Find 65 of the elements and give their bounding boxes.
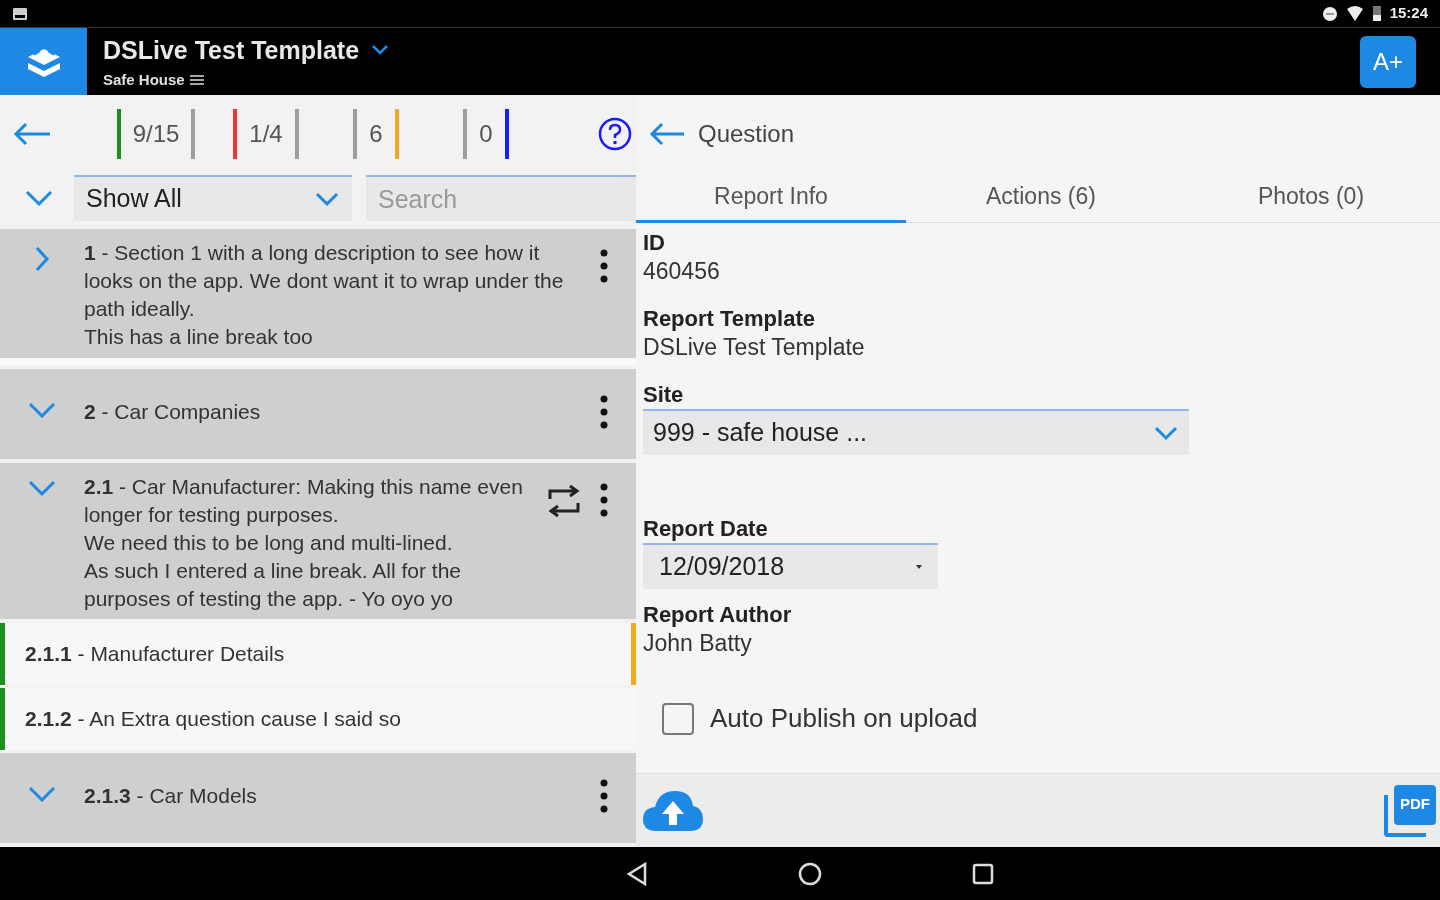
dropdown-arrow-icon <box>916 565 922 569</box>
app-logo[interactable] <box>0 27 87 96</box>
counter-bar <box>294 109 299 159</box>
back-arrow-icon[interactable] <box>12 122 52 146</box>
app-title: DSLive Test Template <box>103 34 360 66</box>
checkbox[interactable] <box>662 702 694 735</box>
clock-time: 15:24 <box>1389 3 1428 24</box>
list-icon <box>188 74 205 87</box>
section-title: 2.1 - Car Manufacturer: Making this name even longer for testing purposes. We need this to be long and multi-lined. As such I entered a line break. All for the purposes of testing the app. - Yo oyo yo <box>84 474 524 613</box>
more-icon[interactable] <box>600 249 608 283</box>
question-row[interactable]: 2.1.2 - An Extra question cause I said so <box>0 687 636 750</box>
counter-value: 1/4 <box>249 119 283 149</box>
back-nav-icon[interactable] <box>626 861 648 886</box>
counter-value: 9/15 <box>132 119 180 149</box>
field-value: DSLive Test Template <box>643 333 866 361</box>
tab[interactable]: Photos (0) <box>1176 173 1440 223</box>
field-label: Report Author <box>643 601 793 629</box>
field-label: Report Date <box>643 515 769 543</box>
question-row[interactable]: 2.1.1 - Manufacturer Details <box>0 622 636 685</box>
checkbox-label[interactable]: Auto Publish on upload <box>710 699 978 738</box>
field-label: Site <box>643 381 685 409</box>
field-label: Report Template <box>643 305 816 333</box>
chevron-down-icon <box>1153 425 1179 441</box>
field-value: John Batty <box>643 629 753 657</box>
question-title: 2.1.1 - Manufacturer Details <box>25 641 285 668</box>
repeat-icon[interactable] <box>546 483 582 520</box>
section-title: 2.1.3 - Car Models <box>84 783 258 809</box>
tab[interactable]: Report Info <box>636 173 906 223</box>
tab[interactable]: Actions (6) <box>906 173 1176 223</box>
recents-nav-icon[interactable] <box>972 862 994 885</box>
battery-icon <box>1371 5 1382 22</box>
wifi-icon <box>1345 5 1364 22</box>
chevron-down-icon[interactable] <box>24 189 54 207</box>
more-icon[interactable] <box>600 779 608 813</box>
section-row[interactable]: 1 - Section 1 with a long description to see how it looks on the app. We dont want it to wrap under the path ideally. This has a line break too <box>0 229 636 358</box>
more-icon[interactable] <box>600 483 608 518</box>
counter-bar <box>353 109 358 159</box>
help-icon[interactable] <box>598 117 632 151</box>
counter-bar <box>463 109 468 159</box>
status-circle-icon <box>1321 5 1338 22</box>
section-title: 2 - Car Companies <box>84 399 262 426</box>
field-value: 460456 <box>643 257 721 285</box>
chevron-down-icon <box>314 191 340 207</box>
cloud-upload-icon[interactable] <box>642 788 704 833</box>
field-label: ID <box>643 229 666 257</box>
counter-value: 6 <box>369 119 383 149</box>
question-title: 2.1.2 - An Extra question cause I said so <box>25 706 401 733</box>
app-subtitle: Safe House <box>103 70 185 90</box>
section-title: 1 - Section 1 with a long description to see how it looks on the app. We dont want it to wrap under the path ideally. This has a line break too <box>84 240 565 350</box>
chevron-down-icon[interactable] <box>371 44 390 57</box>
back-arrow-icon[interactable] <box>648 122 686 146</box>
section-row[interactable]: 2 - Car Companies <box>0 369 636 460</box>
filter-dropdown[interactable]: Show All <box>74 175 352 221</box>
notification-icon <box>12 6 28 21</box>
section-row[interactable]: 2.1.3 - Car Models <box>0 753 636 843</box>
site-dropdown[interactable]: 999 - safe house ... <box>643 409 1189 455</box>
search-field[interactable]: Search <box>366 175 636 221</box>
counter-value: 0 <box>479 119 493 149</box>
date-picker[interactable]: 12/09/2018 <box>643 543 938 589</box>
section-row[interactable]: 2.1 - Car Manufacturer: Making this name even longer for testing purposes. We need this to be long and multi-lined. As such I entered a line break. All for the purposes of testing the app. - Yo oyo yo <box>0 463 636 619</box>
add-button[interactable]: A+ <box>1360 35 1416 88</box>
counter-bar <box>191 109 196 159</box>
home-nav-icon[interactable] <box>798 861 822 886</box>
more-icon[interactable] <box>600 395 608 430</box>
question-header: Question <box>698 119 795 149</box>
